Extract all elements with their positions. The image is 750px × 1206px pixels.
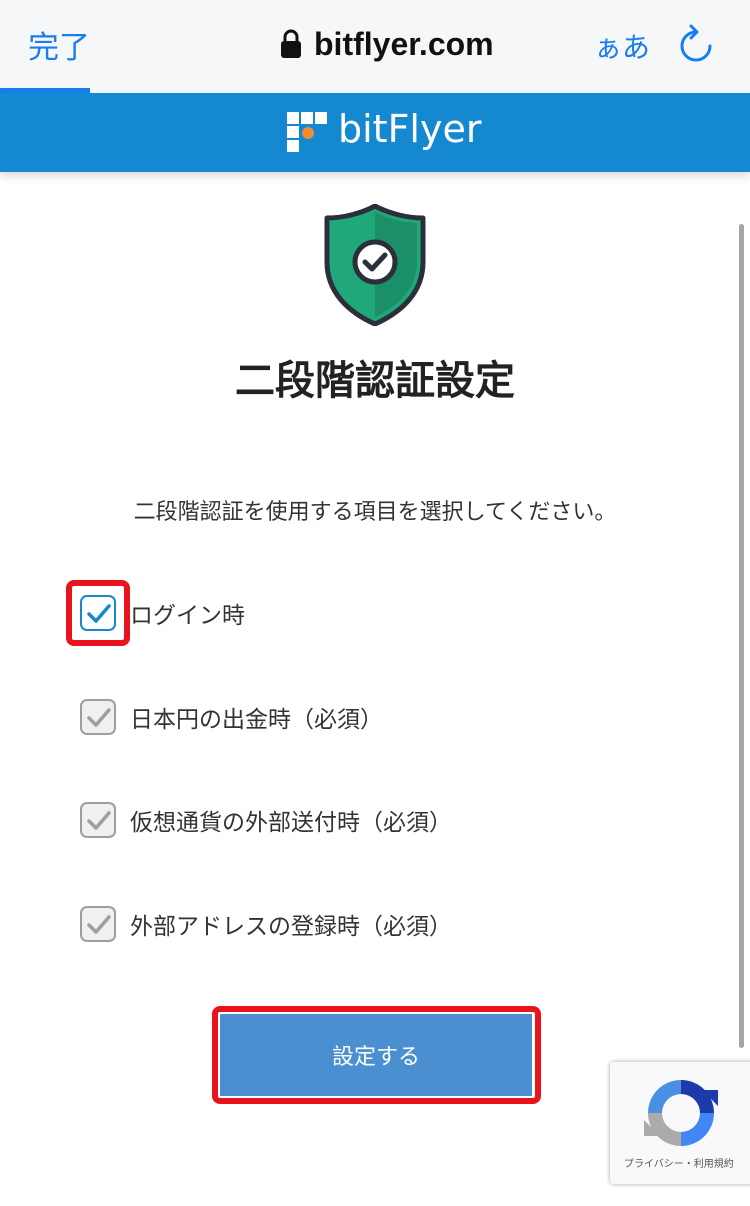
crypto-send-checkbox <box>80 802 116 838</box>
shield-check-icon <box>324 204 426 326</box>
check-icon <box>87 915 111 934</box>
check-icon <box>87 708 111 727</box>
jpy-withdrawal-checkbox <box>80 699 116 735</box>
option-label: 日本円の出金時（必須） <box>130 707 383 733</box>
recaptcha-links[interactable]: プライバシー・利用規約 <box>624 1155 734 1170</box>
instruction-text: 二段階認証を使用する項目を選択してください。 <box>133 500 617 525</box>
bitflyer-logo-icon <box>287 112 327 152</box>
page-title: 二段階認証設定 <box>235 358 515 404</box>
option-crypto-send: 仮想通貨の外部送付時（必須） <box>80 802 452 838</box>
check-icon <box>87 811 111 830</box>
lock-icon <box>281 29 301 58</box>
option-jpy-withdrawal: 日本円の出金時（必須） <box>80 699 383 735</box>
option-label: ログイン時 <box>130 603 245 629</box>
recaptcha-badge[interactable]: プライバシー・利用規約 <box>610 1062 750 1184</box>
site-header: bitFlyer <box>0 93 750 172</box>
option-label: 仮想通貨の外部送付時（必須） <box>130 810 452 836</box>
url-text: bitflyer.com <box>314 25 494 62</box>
option-label: 外部アドレスの登録時（必須） <box>130 914 452 940</box>
reload-icon[interactable] <box>678 24 714 64</box>
recaptcha-icon <box>644 1080 718 1146</box>
scrollbar[interactable] <box>739 224 744 1048</box>
highlight-box-submit <box>212 1006 541 1104</box>
browser-toolbar: 完了 bitflyer.com ぁあ <box>0 0 750 93</box>
address-registration-checkbox <box>80 906 116 942</box>
address-bar[interactable]: bitflyer.com <box>280 24 494 64</box>
logo-text: bitFlyer <box>338 107 482 151</box>
text-size-button[interactable]: ぁあ <box>594 26 650 66</box>
highlight-box-login <box>66 580 130 646</box>
done-button[interactable]: 完了 <box>28 22 90 67</box>
option-address-registration: 外部アドレスの登録時（必須） <box>80 906 452 942</box>
